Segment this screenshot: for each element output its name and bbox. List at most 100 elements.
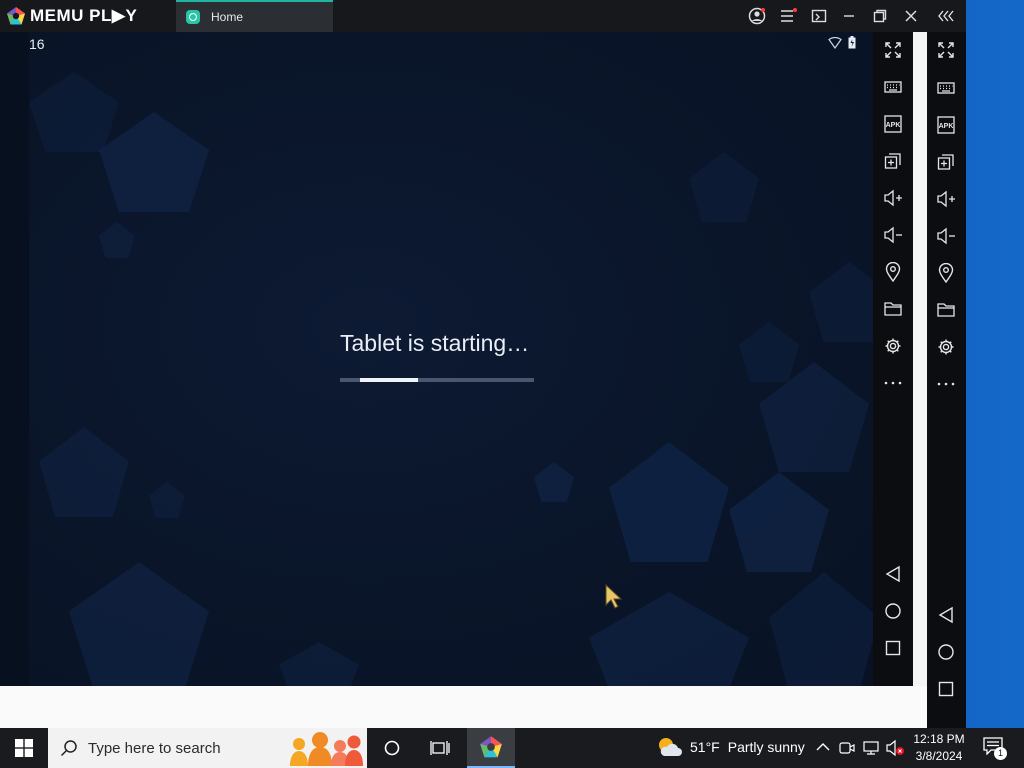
notification-count-badge: 1 xyxy=(994,747,1007,760)
status-icons xyxy=(828,36,856,49)
location-icon xyxy=(938,263,954,283)
apk-label: APK xyxy=(886,122,901,129)
android-screen[interactable] xyxy=(29,32,873,686)
memu-logo-icon xyxy=(7,7,25,25)
folder-icon xyxy=(884,302,902,316)
clock-date: 3/8/2024 xyxy=(915,749,963,763)
keyboard-icon xyxy=(937,82,955,94)
status-time: 16 xyxy=(29,36,45,52)
install-apk-button[interactable]: APK xyxy=(883,114,903,134)
more-button[interactable] xyxy=(883,373,903,393)
home-button[interactable] xyxy=(883,601,903,621)
location-button[interactable] xyxy=(883,262,903,282)
more-icon xyxy=(884,381,902,385)
menu-button[interactable] xyxy=(778,6,798,26)
apk-label: APK xyxy=(939,123,954,130)
volume-down-button[interactable] xyxy=(936,226,956,246)
inner-sidebar: APK xyxy=(873,32,913,686)
back-button[interactable] xyxy=(936,605,956,625)
bg-shape xyxy=(729,472,829,572)
bg-shape xyxy=(39,427,129,517)
partly-sunny-icon xyxy=(659,738,682,756)
close-icon xyxy=(905,10,917,22)
clock-time: 12:18 PM xyxy=(913,732,965,746)
start-button[interactable] xyxy=(0,728,48,768)
memu-window: MEMU PL▶Y Home 16 Tablet is starting… AP… xyxy=(0,0,966,728)
weather-widget[interactable]: 51°F Partly sunny xyxy=(656,736,805,758)
collapse-sidebar-icon xyxy=(938,10,954,22)
add-window-icon xyxy=(884,153,901,169)
shared-folder-button[interactable] xyxy=(936,300,956,320)
window-bottom-area xyxy=(0,686,927,728)
volume-up-button[interactable] xyxy=(936,189,956,209)
title-bar: MEMU PL▶Y Home xyxy=(0,0,966,32)
task-view-button[interactable] xyxy=(416,728,464,768)
restore-icon xyxy=(873,9,887,23)
recents-icon xyxy=(885,640,901,656)
recents-button[interactable] xyxy=(883,638,903,658)
settings-button[interactable] xyxy=(883,336,903,356)
loading-progress-bar xyxy=(340,378,534,382)
outer-sidebar: APK xyxy=(927,32,966,728)
close-button[interactable] xyxy=(901,6,921,26)
windows-taskbar: Type here to search 51°F Partly sunny 12… xyxy=(0,728,1024,768)
volume-up-button[interactable] xyxy=(883,188,903,208)
account-button[interactable] xyxy=(747,6,767,26)
weather-description: Partly sunny xyxy=(727,739,805,755)
search-highlight-illustration-icon xyxy=(290,732,363,766)
add-window-button[interactable] xyxy=(936,152,956,172)
search-icon xyxy=(60,740,77,757)
keyboard-button[interactable] xyxy=(936,78,956,98)
weather-temperature: 51°F xyxy=(690,739,720,755)
install-apk-button[interactable]: APK xyxy=(936,115,956,135)
keyboard-button[interactable] xyxy=(883,77,903,97)
volume-muted-icon[interactable] xyxy=(885,739,905,757)
bg-shape xyxy=(534,462,574,502)
fullscreen-icon xyxy=(938,42,954,58)
back-icon xyxy=(938,606,953,624)
screen-left-border xyxy=(0,32,29,686)
taskbar-clock[interactable]: 12:18 PM 3/8/2024 xyxy=(910,731,968,765)
memu-brand: MEMU PL▶Y xyxy=(6,6,137,26)
minimize-button[interactable] xyxy=(839,6,859,26)
tab-home[interactable]: Home xyxy=(176,0,333,32)
menu-icon xyxy=(781,8,797,22)
volume-down-button[interactable] xyxy=(883,225,903,245)
fullscreen-button[interactable] xyxy=(936,40,956,60)
notifications-button[interactable]: 1 xyxy=(983,737,1007,760)
location-button[interactable] xyxy=(936,263,956,283)
folder-icon xyxy=(937,303,955,317)
network-icon[interactable] xyxy=(862,739,880,757)
tab-home-label: Home xyxy=(211,10,244,24)
show-hidden-icons-chevron-icon[interactable] xyxy=(816,742,830,752)
recents-icon xyxy=(938,681,954,697)
multi-window-button[interactable] xyxy=(809,6,829,26)
bg-shape xyxy=(149,482,185,518)
apk-icon: APK xyxy=(937,116,955,134)
taskbar-memu-app[interactable] xyxy=(467,728,515,768)
search-placeholder: Type here to search xyxy=(88,740,221,757)
fullscreen-button[interactable] xyxy=(883,40,903,60)
recents-button[interactable] xyxy=(936,679,956,699)
bg-shape xyxy=(29,72,119,152)
bg-shape xyxy=(689,152,759,222)
restore-button[interactable] xyxy=(870,6,890,26)
shared-folder-button[interactable] xyxy=(883,299,903,319)
back-button[interactable] xyxy=(883,564,903,584)
more-button[interactable] xyxy=(936,374,956,394)
settings-icon xyxy=(938,339,954,355)
add-window-button[interactable] xyxy=(883,151,903,171)
mouse-cursor-icon xyxy=(605,584,623,609)
meet-now-icon[interactable] xyxy=(838,739,856,757)
bg-shape xyxy=(769,572,873,686)
more-icon xyxy=(937,382,955,386)
cortana-button[interactable] xyxy=(368,728,416,768)
taskbar-search-box[interactable]: Type here to search xyxy=(48,728,367,768)
back-icon xyxy=(885,565,900,583)
volume-down-icon xyxy=(937,227,955,245)
settings-button[interactable] xyxy=(936,337,956,357)
bg-shape xyxy=(739,322,799,382)
account-icon xyxy=(748,7,766,25)
collapse-sidebar-button[interactable] xyxy=(936,6,958,26)
home-button[interactable] xyxy=(936,642,956,662)
